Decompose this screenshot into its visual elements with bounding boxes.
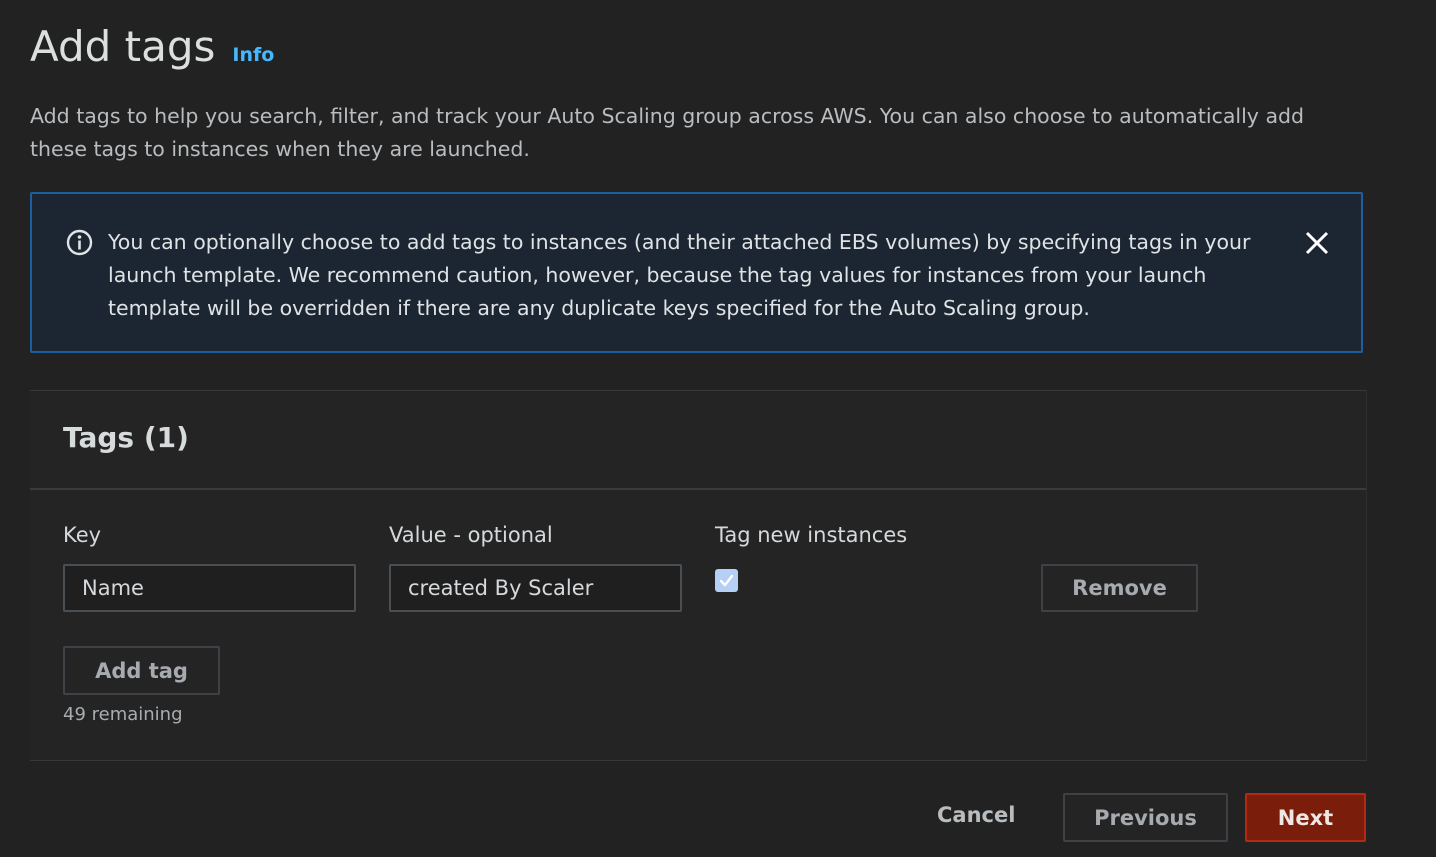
value-input[interactable] [389, 564, 682, 612]
alert-message: You can optionally choose to add tags to… [108, 230, 1251, 320]
cancel-button[interactable]: Cancel [937, 803, 1015, 827]
page-description: Add tags to help you search, filter, and… [30, 104, 1305, 161]
tags-title: Tags (1) [63, 421, 189, 454]
previous-button[interactable]: Previous [1063, 793, 1228, 842]
key-label: Key [63, 523, 102, 547]
close-icon[interactable] [1303, 229, 1331, 257]
remove-button[interactable]: Remove [1041, 564, 1198, 612]
add-tags-page: Add tags Info Add tags to help you searc… [0, 0, 1436, 857]
tags-header: Tags (1) [30, 391, 1366, 490]
key-input[interactable] [63, 564, 356, 612]
tag-new-instances-checkbox[interactable] [715, 569, 738, 592]
remaining-count: 49 remaining [63, 704, 183, 725]
add-tag-button[interactable]: Add tag [63, 646, 220, 695]
info-link[interactable]: Info [232, 44, 274, 66]
next-button[interactable]: Next [1245, 793, 1366, 842]
info-alert: You can optionally choose to add tags to… [30, 192, 1363, 353]
tag-new-instances-label: Tag new instances [715, 523, 908, 547]
value-label: Value - optional [389, 523, 553, 547]
info-circle-icon [66, 229, 93, 256]
page-title: Add tags [30, 22, 216, 71]
page-header: Add tags Info [30, 22, 274, 71]
tags-container: Tags (1) Key Value - optional Tag new in… [30, 390, 1367, 761]
checkmark-icon [719, 574, 734, 587]
